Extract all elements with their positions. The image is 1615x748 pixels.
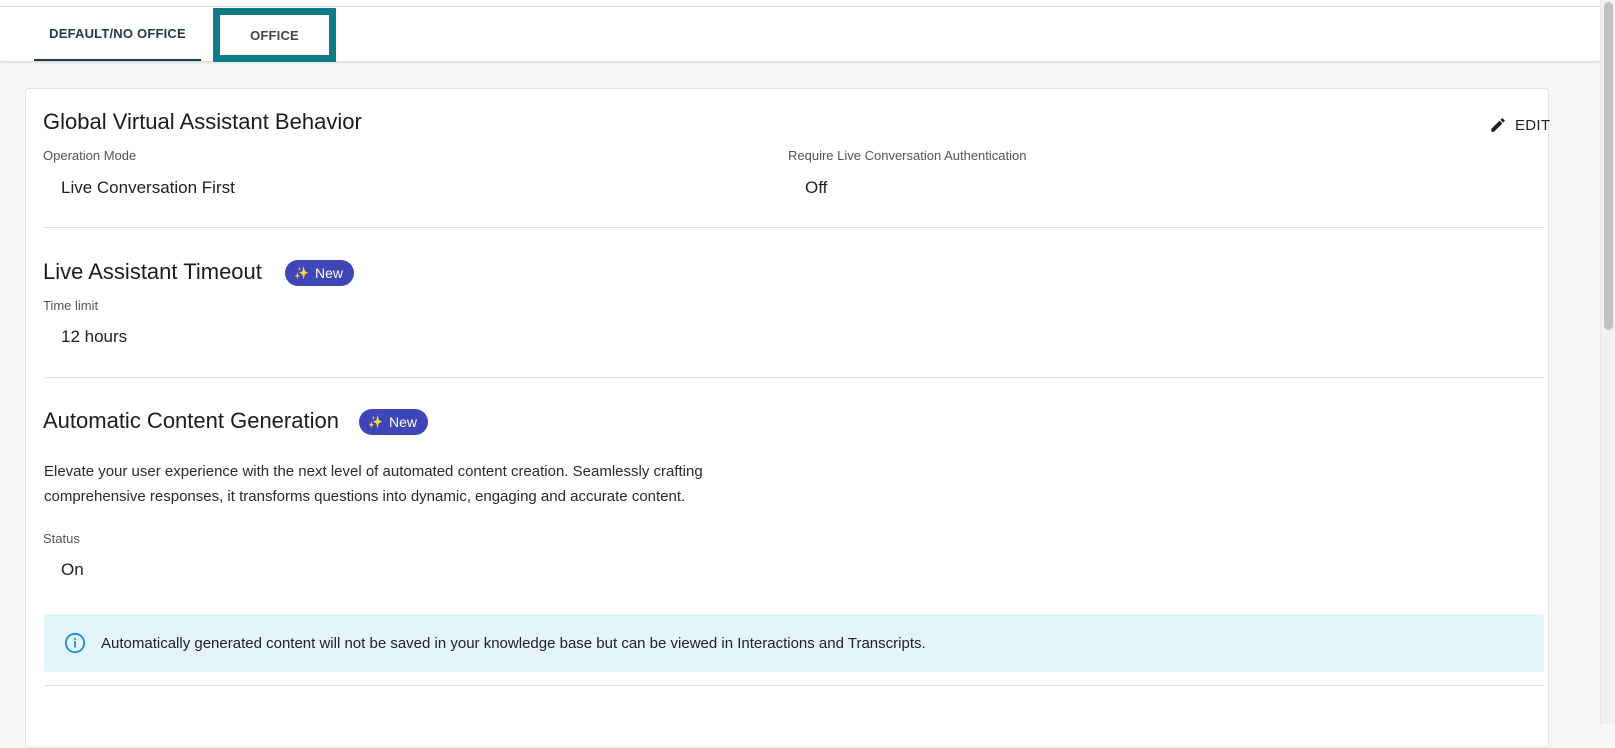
status-label: Status xyxy=(43,531,80,546)
scrollbar-thumb[interactable] xyxy=(1604,2,1613,330)
tab-default-no-office[interactable]: DEFAULT/NO OFFICE xyxy=(34,7,201,61)
info-text: Automatically generated content will not… xyxy=(101,634,926,652)
time-limit-value: 12 hours xyxy=(61,327,128,346)
settings-card: Global Virtual Assistant Behavior EDIT O… xyxy=(25,88,1550,748)
timeout-title: Live Assistant Timeout xyxy=(43,259,262,284)
badge-label: New xyxy=(314,265,343,281)
info-icon xyxy=(64,632,86,654)
tab-office[interactable]: OFFICE xyxy=(213,8,336,62)
operation-mode-value: Live Conversation First xyxy=(61,178,235,197)
new-badge: ✨ New xyxy=(359,409,428,435)
global-behavior-title: Global Virtual Assistant Behavior xyxy=(43,109,362,134)
new-badge: ✨ New xyxy=(285,260,354,286)
auth-label: Require Live Conversation Authentication xyxy=(788,148,1027,163)
tab-bar: DEFAULT/NO OFFICE OFFICE xyxy=(0,7,1600,62)
info-banner: Automatically generated content will not… xyxy=(44,614,1544,672)
content-generation-title: Automatic Content Generation xyxy=(43,408,339,433)
scrollbar[interactable] xyxy=(1600,0,1615,724)
badge-label: New xyxy=(388,414,417,430)
top-bar xyxy=(0,0,1600,7)
sparkle-icon: ✨ xyxy=(294,266,309,280)
divider xyxy=(44,685,1544,686)
pencil-icon xyxy=(1491,118,1505,132)
edit-button[interactable]: EDIT xyxy=(1489,111,1550,139)
auth-value: Off xyxy=(805,178,828,197)
sparkle-icon: ✨ xyxy=(368,415,383,429)
status-value: On xyxy=(61,560,84,579)
edit-label: EDIT xyxy=(1515,116,1551,134)
operation-mode-label: Operation Mode xyxy=(43,148,137,163)
divider xyxy=(44,377,1544,378)
divider xyxy=(44,227,1544,228)
time-limit-label: Time limit xyxy=(43,298,99,313)
content-generation-description: Elevate your user experience with the ne… xyxy=(44,463,703,505)
